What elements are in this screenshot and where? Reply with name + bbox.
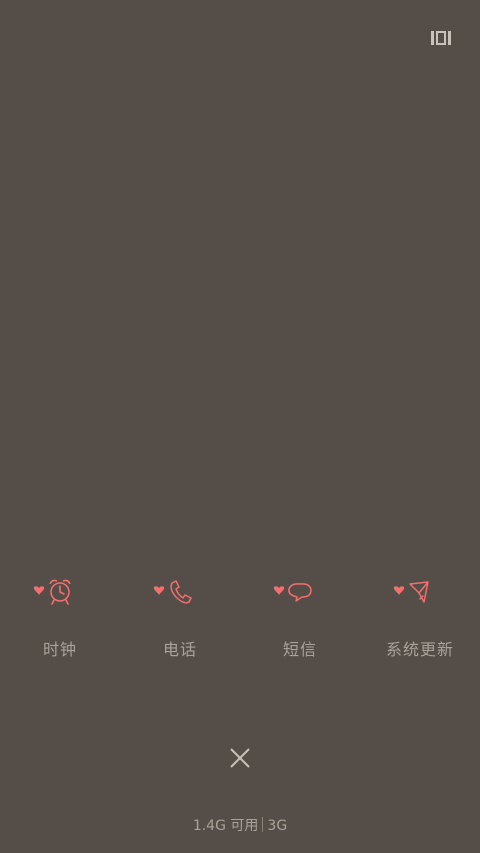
shortcut-label: 系统更新 xyxy=(385,640,454,659)
paper-plane-icon xyxy=(390,576,450,608)
close-button[interactable] xyxy=(229,747,251,769)
shortcut-phone[interactable]: 电话 xyxy=(120,576,240,666)
shortcut-row: 时钟 电话 短信 系统更新 xyxy=(0,576,480,666)
network-type: 3G xyxy=(267,818,288,834)
alarm-clock-icon xyxy=(30,576,90,608)
status-divider xyxy=(262,817,264,832)
shortcut-label: 时钟 xyxy=(42,640,77,659)
phone-icon xyxy=(150,576,210,608)
shortcut-message[interactable]: 短信 xyxy=(240,576,360,666)
shortcut-system-update[interactable]: 系统更新 xyxy=(360,576,480,666)
message-icon xyxy=(270,576,330,608)
memory-status: 1.4G 可用 3G xyxy=(0,815,480,835)
shortcut-label: 电话 xyxy=(162,640,197,659)
shortcut-clock[interactable]: 时钟 xyxy=(0,576,120,666)
recent-apps-icon[interactable] xyxy=(431,30,451,46)
available-memory: 1.4G 可用 xyxy=(192,818,259,834)
close-icon xyxy=(230,748,250,768)
shortcut-label: 短信 xyxy=(282,640,317,659)
